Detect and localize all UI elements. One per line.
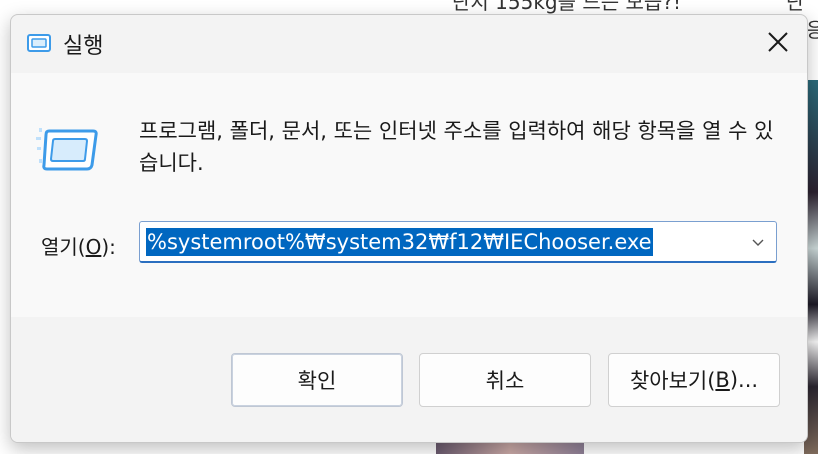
cancel-button[interactable]: 취소 [419,353,591,407]
close-button[interactable] [753,21,803,67]
window-title: 실행 [63,34,104,59]
open-label-accelerator: O [85,235,102,259]
dialog-content: 프로그램, 폴더, 문서, 또는 인터넷 주소를 입력하여 해당 항목을 열 수… [11,73,807,317]
run-icon [35,125,99,181]
run-icon [27,34,51,52]
background-text-right: 단 [786,0,805,14]
command-input[interactable]: %systemroot%₩system32₩f12₩IEChooser.exe [146,228,653,256]
run-dialog: 실행 프로그램, 폴더, 문서, 또는 인터넷 주소를 입력하여 해당 항목을 … [10,14,808,443]
open-label: 열기(O): [41,235,116,259]
close-icon [767,31,789,57]
button-bar: 확인 취소 찾아보기(B)... [11,317,807,442]
instruction-text: 프로그램, 폴더, 문서, 또는 인터넷 주소를 입력하여 해당 항목을 열 수… [139,119,774,175]
chevron-down-icon[interactable] [750,234,766,250]
title-bar[interactable]: 실행 [11,15,807,73]
ok-button[interactable]: 확인 [231,353,403,407]
background-text: 단지 155kg을 드는 모습?! [452,0,681,14]
browse-button[interactable]: 찾아보기(B)... [608,353,780,407]
command-combobox[interactable]: %systemroot%₩system32₩f12₩IEChooser.exe [139,221,777,263]
